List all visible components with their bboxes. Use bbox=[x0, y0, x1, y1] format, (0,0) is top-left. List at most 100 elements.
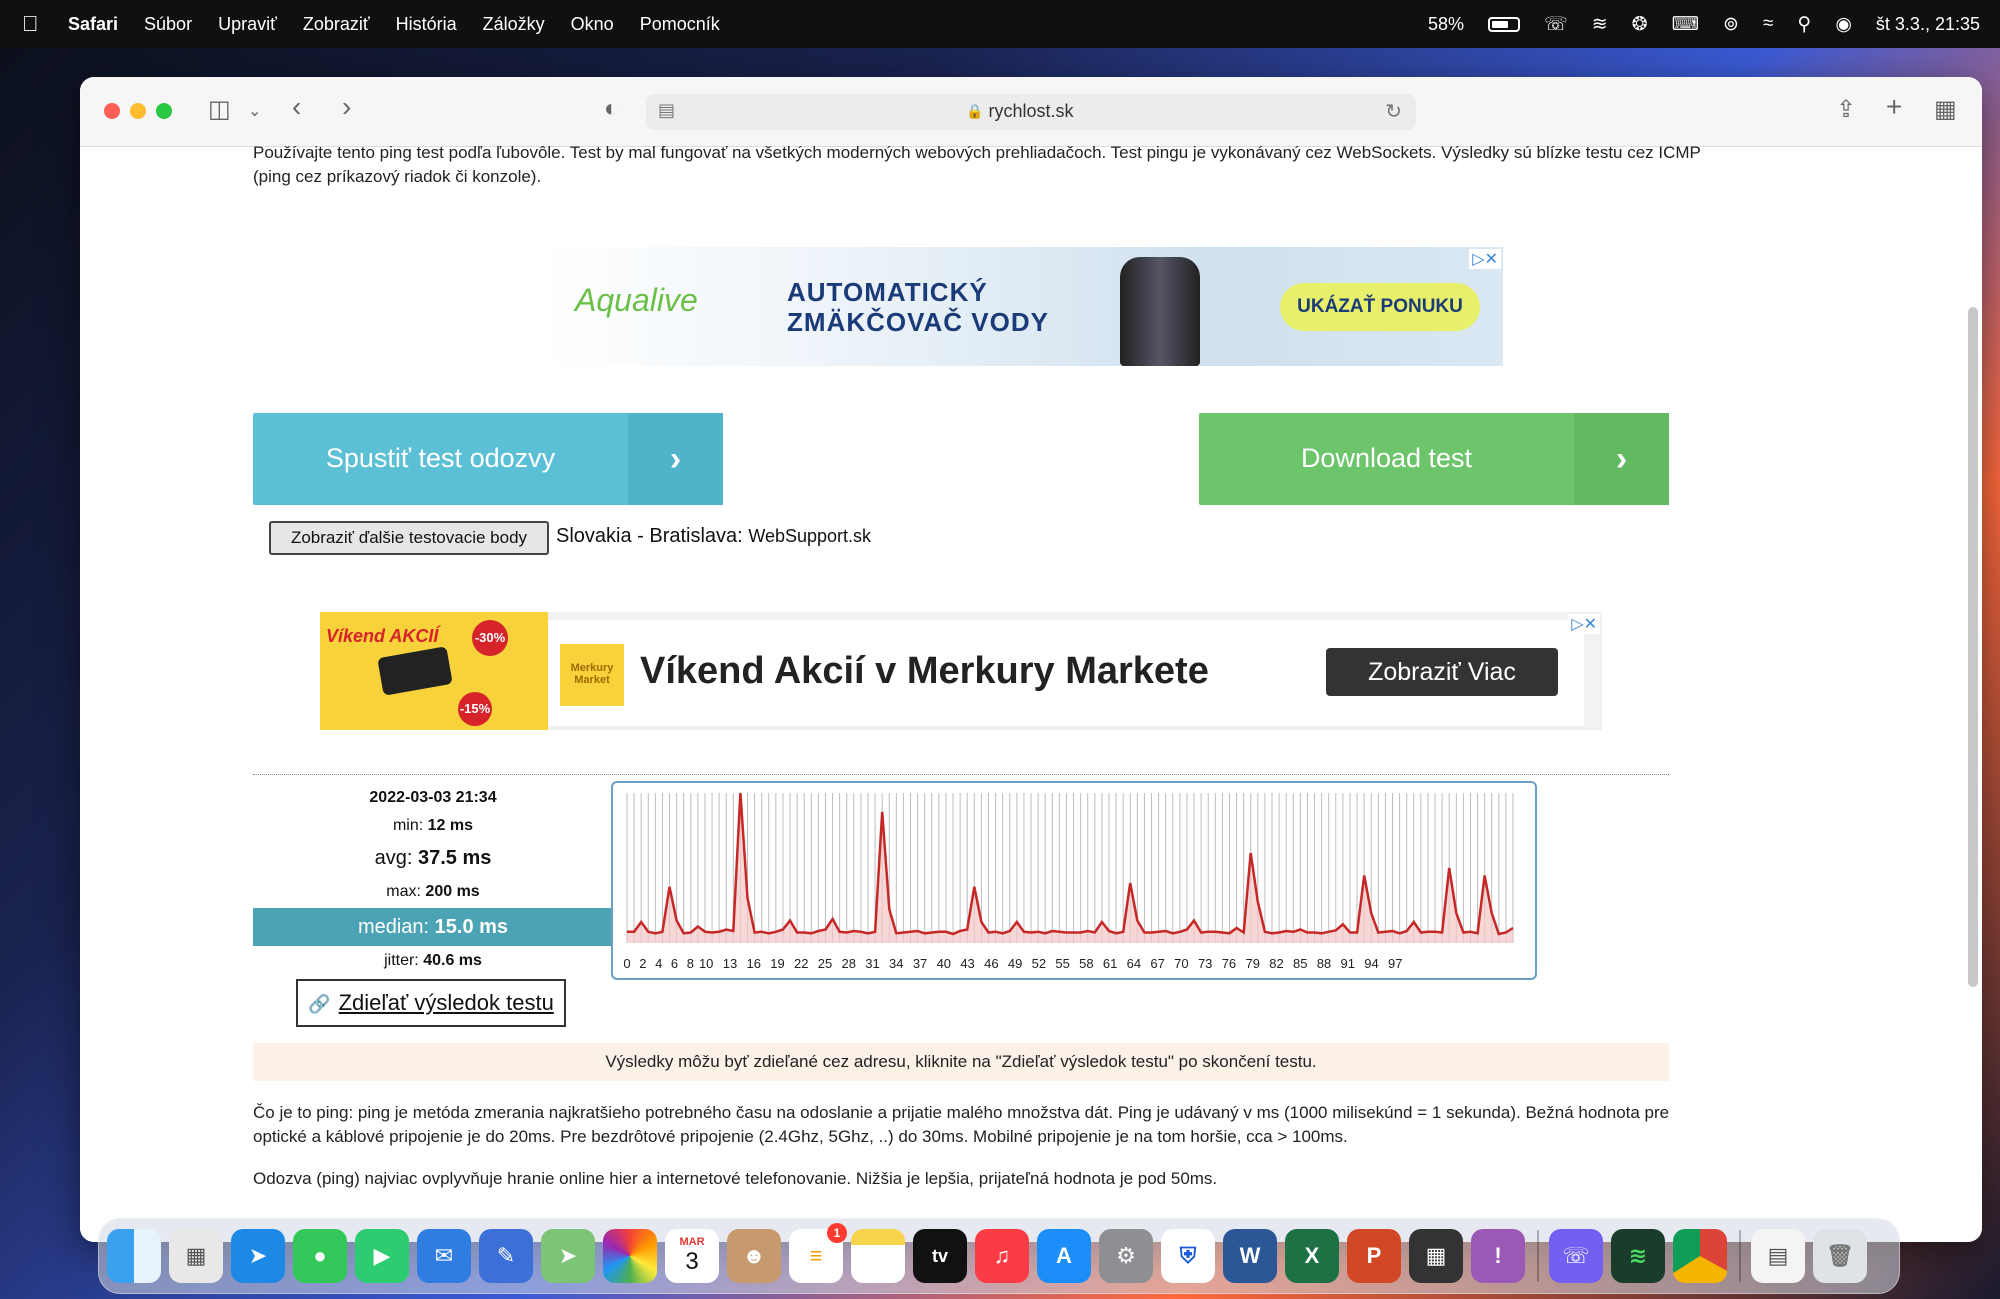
contacts-icon[interactable]: ☻ bbox=[727, 1229, 781, 1283]
fullscreen-window-button[interactable] bbox=[156, 103, 172, 119]
url-text[interactable]: rychlost.sk bbox=[646, 101, 1416, 122]
ad-cta-button[interactable]: UKÁZAŤ PONUKU bbox=[1280, 283, 1480, 331]
battery-icon[interactable] bbox=[1488, 16, 1520, 32]
reload-icon[interactable]: ↻ bbox=[1385, 99, 1402, 124]
launchpad-icon[interactable]: ▦ bbox=[169, 1229, 223, 1283]
x-tick-label: 28 bbox=[842, 956, 856, 971]
aperture-icon[interactable]: ❂ bbox=[1632, 13, 1648, 36]
show-test-servers-button[interactable]: Zobraziť ďalšie testovacie body bbox=[269, 521, 549, 555]
control-center-icon[interactable]: ◉ bbox=[1835, 13, 1852, 36]
calendar-icon[interactable]: MAR 3 bbox=[665, 1229, 719, 1283]
menu-view[interactable]: Zobraziť bbox=[303, 14, 370, 35]
powerpoint-icon[interactable]: P bbox=[1347, 1229, 1401, 1283]
menu-bookmarks[interactable]: Záložky bbox=[483, 14, 545, 35]
x-tick-label: 4 bbox=[655, 956, 662, 971]
x-tick-label: 79 bbox=[1245, 956, 1259, 971]
menu-app-name[interactable]: Safari bbox=[68, 14, 118, 35]
apple-tv-icon[interactable]: tv bbox=[913, 1229, 967, 1283]
app-store-icon[interactable]: A bbox=[1037, 1229, 1091, 1283]
x-tick-label: 70 bbox=[1174, 956, 1188, 971]
textedit-icon[interactable]: ✎ bbox=[479, 1229, 533, 1283]
viber-icon[interactable]: ☏ bbox=[1549, 1229, 1603, 1283]
keyboard-icon[interactable]: ⌨ bbox=[1672, 13, 1699, 36]
ping-chart: 0 2 4 6 8 10 13 16 19 22 25 28 31 34 37 40 43 46 49 52 55 58 6… bbox=[611, 781, 1537, 980]
address-bar[interactable]: ▤ 🔒 rychlost.sk ↻ bbox=[646, 94, 1416, 130]
chevron-right-icon: › bbox=[628, 413, 723, 505]
dock-separator bbox=[1739, 1230, 1741, 1282]
ad-cta-button[interactable]: Zobraziť Viac bbox=[1326, 648, 1558, 696]
feedback-icon[interactable]: ! bbox=[1471, 1229, 1525, 1283]
ad-banner-aqualive[interactable]: Aqualive AUTOMATICKÝ ZMÄKČOVAČ VODY UKÁZ… bbox=[545, 247, 1503, 366]
x-tick-label: 64 bbox=[1127, 956, 1141, 971]
x-tick-label: 8 bbox=[687, 956, 694, 971]
ad-headline: Víkend Akcií v Merkury Markete bbox=[640, 650, 1209, 692]
back-icon[interactable]: ‹ bbox=[292, 91, 301, 123]
word-icon[interactable]: W bbox=[1223, 1229, 1277, 1283]
dock: ▦ ➤ ● ▶ ✉ ✎ ➤ MAR 3 ☻ ≡ 1 tv ♫ A ⚙ ⛨ W X P… bbox=[98, 1218, 1900, 1294]
x-tick-label: 67 bbox=[1150, 956, 1164, 971]
x-tick-label: 19 bbox=[770, 956, 784, 971]
forward-icon[interactable]: › bbox=[342, 91, 351, 123]
reminders-icon[interactable]: ≡ 1 bbox=[789, 1223, 847, 1283]
airdrop-icon[interactable]: ⊚ bbox=[1723, 13, 1739, 36]
wifi-icon[interactable]: ≈ bbox=[1763, 13, 1773, 35]
share-icon[interactable]: ⇪ bbox=[1836, 95, 1856, 124]
apple-menu-icon[interactable]:  bbox=[22, 11, 56, 37]
menu-clock[interactable]: št 3.3., 21:35 bbox=[1876, 14, 1980, 35]
privacy-shield-icon[interactable]: ◐ bbox=[604, 95, 619, 123]
music-icon[interactable]: ♫ bbox=[975, 1229, 1029, 1283]
x-tick-label: 52 bbox=[1032, 956, 1046, 971]
x-tick-label: 22 bbox=[794, 956, 808, 971]
result-jitter: jitter: 40.6 ms bbox=[384, 952, 482, 969]
adchoices-icon[interactable]: ▷✕ bbox=[1469, 249, 1501, 269]
new-tab-icon[interactable]: + bbox=[1886, 91, 1902, 123]
audio-waveform-icon[interactable]: ≋ bbox=[1592, 13, 1608, 36]
chevron-down-icon[interactable]: ⌄ bbox=[248, 101, 261, 121]
documents-icon[interactable]: ▤ bbox=[1751, 1229, 1805, 1283]
x-tick-label: 6 bbox=[671, 956, 678, 971]
ad-banner-merkury[interactable]: Víkend AKCIÍ -30% -15% Merkury Market Ví… bbox=[320, 612, 1602, 730]
menu-history[interactable]: História bbox=[396, 14, 457, 35]
x-tick-label: 76 bbox=[1222, 956, 1236, 971]
trash-icon[interactable]: 🗑 bbox=[1813, 1229, 1867, 1283]
adguard-icon[interactable]: ⛨ bbox=[1161, 1229, 1215, 1283]
x-tick-label: 25 bbox=[818, 956, 832, 971]
page-scrollbar[interactable] bbox=[1968, 307, 1978, 987]
download-test-button[interactable]: Download test › bbox=[1199, 413, 1669, 505]
x-tick-label: 49 bbox=[1008, 956, 1022, 971]
chrome-icon[interactable] bbox=[1673, 1229, 1727, 1283]
maps-icon[interactable]: ➤ bbox=[541, 1229, 595, 1283]
mail-icon[interactable]: ✉ bbox=[417, 1229, 471, 1283]
sidebar-toggle-icon[interactable]: ◫ bbox=[208, 95, 231, 124]
menu-window[interactable]: Okno bbox=[571, 14, 614, 35]
close-window-button[interactable] bbox=[104, 103, 120, 119]
system-preferences-icon[interactable]: ⚙ bbox=[1099, 1229, 1153, 1283]
excel-icon[interactable]: X bbox=[1285, 1229, 1339, 1283]
menu-file[interactable]: Súbor bbox=[144, 14, 192, 35]
finder-icon[interactable] bbox=[107, 1229, 161, 1283]
x-tick-label: 10 bbox=[699, 956, 713, 971]
x-tick-label: 55 bbox=[1055, 956, 1069, 971]
x-tick-label: 82 bbox=[1269, 956, 1283, 971]
activity-monitor-icon[interactable]: ▦ bbox=[1409, 1229, 1463, 1283]
safari-icon[interactable]: ➤ bbox=[231, 1229, 285, 1283]
photos-icon[interactable] bbox=[603, 1229, 657, 1283]
audio-app-icon[interactable]: ≋ bbox=[1611, 1229, 1665, 1283]
dock-separator bbox=[1537, 1230, 1539, 1282]
spotlight-search-icon[interactable]: ⚲ bbox=[1797, 13, 1811, 36]
x-tick-label: 40 bbox=[937, 956, 951, 971]
share-result-button[interactable]: 🔗 Zdieľať výsledok testu bbox=[296, 979, 566, 1027]
start-ping-test-button[interactable]: Spustiť test odozvy › bbox=[253, 413, 723, 505]
ping-series-line bbox=[627, 792, 1514, 936]
messages-icon[interactable]: ● bbox=[293, 1229, 347, 1283]
notes-icon[interactable] bbox=[851, 1229, 905, 1283]
menu-help[interactable]: Pomocník bbox=[640, 14, 720, 35]
viber-status-icon[interactable]: ☏ bbox=[1544, 13, 1568, 36]
tab-overview-icon[interactable]: ▦ bbox=[1934, 95, 1957, 124]
battery-percent: 58% bbox=[1427, 13, 1464, 34]
ping-chart-svg: 0 2 4 6 8 10 13 16 19 22 25 28 31 34 37 40 43 46 49 52 55 58 6… bbox=[623, 792, 1514, 971]
minimize-window-button[interactable] bbox=[130, 103, 146, 119]
menu-edit[interactable]: Upraviť bbox=[218, 14, 277, 35]
facetime-icon[interactable]: ▶ bbox=[355, 1229, 409, 1283]
adchoices-icon[interactable]: ▷✕ bbox=[1568, 614, 1600, 634]
